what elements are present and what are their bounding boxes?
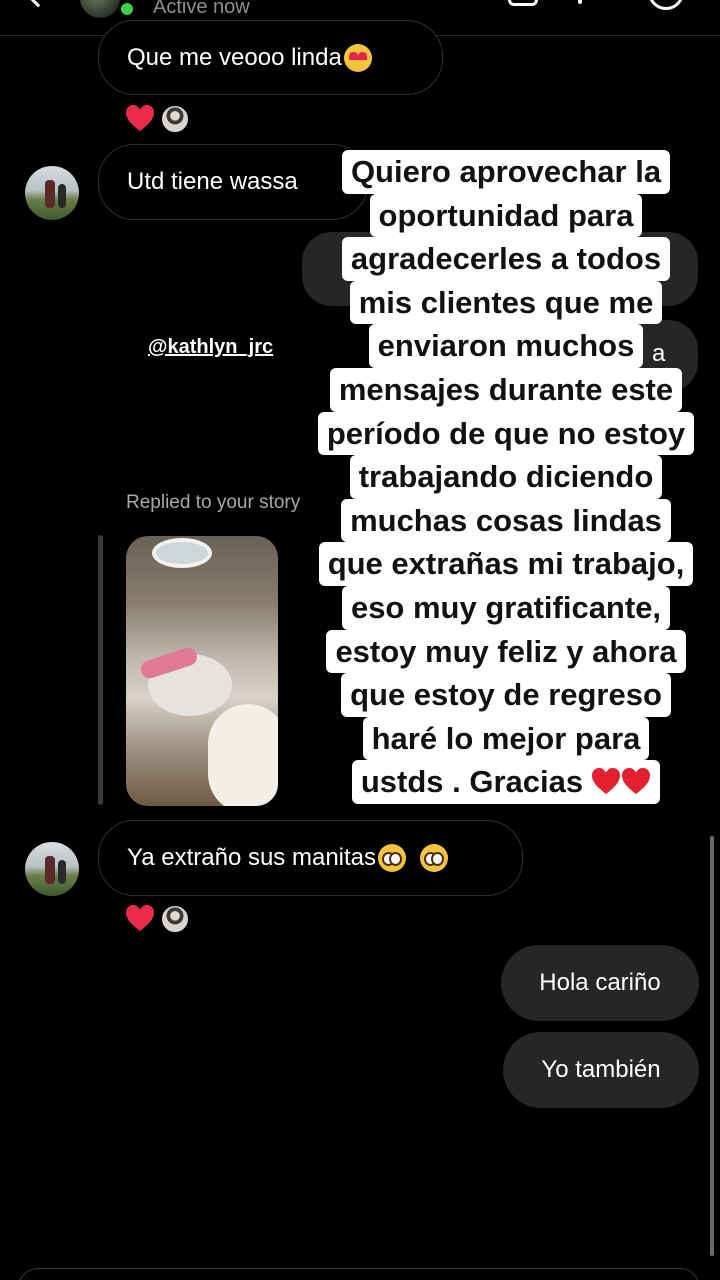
message-composer[interactable] (18, 1268, 700, 1280)
message-text: Yo también (541, 1056, 661, 1083)
message-text: Utd tiene wassa (127, 168, 298, 195)
sender-avatar[interactable] (25, 842, 79, 896)
message-bubble-incoming[interactable]: Que me veooo linda (98, 20, 443, 95)
reactor-avatar (160, 904, 190, 934)
overlay-line: que extrañas mi trabajo, (318, 542, 694, 586)
overlay-line: haré lo mejor para (362, 716, 650, 761)
heart-reaction-icon[interactable] (125, 104, 155, 132)
overlay-line: trabajando diciendo (349, 455, 663, 499)
overlay-line: oportunidad para (369, 193, 643, 238)
overlay-line: enviaron muchos (368, 324, 644, 368)
heart-eyes-emoji-icon (343, 43, 372, 72)
reply-indicator-bar (98, 535, 103, 805)
overlay-line: Quiero aprovechar la (341, 150, 671, 194)
message-bubble-incoming[interactable]: Ya extraño sus manitas (98, 820, 523, 896)
message-text: Hola cariño (539, 969, 661, 996)
overlay-line: que estoy de regreso (341, 673, 671, 717)
overlay-line: período de que no estoy (317, 411, 695, 456)
overlay-line: estoy muy feliz y ahora (326, 629, 686, 674)
pleading-face-emoji-icon (378, 844, 407, 872)
overlay-line: agradecerles a todos (341, 237, 671, 281)
pleading-face-emoji-icon (420, 844, 449, 872)
phone-call-icon[interactable] (578, 0, 582, 4)
overlay-line: eso muy gratificante, (341, 585, 671, 630)
overlay-line: ustds . Gracias (351, 760, 661, 804)
video-call-icon[interactable] (508, 0, 538, 6)
overlay-line: mis clientes que me (349, 280, 663, 325)
message-bubble-outgoing[interactable]: Hola cariño (501, 945, 699, 1021)
overlay-line: mensajes durante este (329, 367, 683, 412)
scrollbar[interactable] (710, 836, 714, 1256)
mention-link[interactable]: @kathlyn_jrc (148, 336, 273, 359)
active-status: Active now (153, 0, 250, 18)
replied-to-story-label: Replied to your story (126, 492, 301, 513)
story-thumbnail[interactable] (126, 536, 278, 806)
message-text: Ya extraño sus manitas (127, 844, 377, 871)
reactor-avatar (160, 104, 190, 134)
overlay-line: muchas cosas lindas (341, 498, 671, 543)
heart-reaction-icon[interactable] (125, 904, 155, 932)
sender-avatar[interactable] (25, 166, 79, 220)
online-indicator (118, 0, 136, 18)
red-heart-emoji-icon (591, 764, 651, 799)
message-bubble-outgoing[interactable]: Yo también (503, 1032, 699, 1108)
story-text-overlay: Quiero aprovechar la oportunidad para agra… (300, 150, 712, 804)
message-text: Que me veooo linda (127, 43, 342, 71)
